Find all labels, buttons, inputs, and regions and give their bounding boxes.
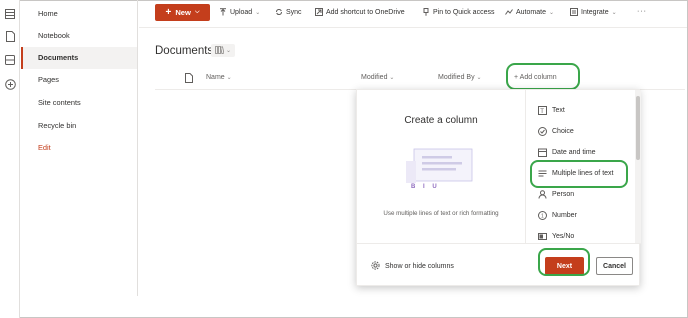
app-rail [0,0,20,318]
multiline-illustration: B I U [404,145,476,197]
new-button[interactable]: + New ⌵ [155,4,210,21]
pin-icon [422,8,430,16]
add-shortcut-label: Add shortcut to OneDrive [326,8,405,16]
chevron-down-icon: ⌄ [611,9,617,16]
shortcut-icon [315,8,323,16]
gear-icon [371,261,380,272]
pin-label: Pin to Quick access [433,8,495,16]
column-type-text[interactable]: T Text [526,100,634,120]
nav-item-documents[interactable]: Documents [21,47,137,69]
grid-icon[interactable] [4,8,16,20]
column-modified-by-label: Modified By [438,74,475,81]
automate-icon [505,8,513,16]
chevron-down-icon: ⌵ [194,9,200,15]
add-shortcut-button[interactable]: Add shortcut to OneDrive [315,8,405,16]
command-bar: + New ⌵ Upload ⌄ Sync Add shortcut to On… [139,0,687,28]
integrate-label: Integrate [581,8,609,16]
new-button-label: New [175,8,191,17]
column-type-yes-no[interactable]: Yes/No [526,226,634,243]
nav-item-pages[interactable]: Pages [21,69,137,91]
chevron-down-icon: ⌄ [255,9,261,16]
sync-label: Sync [286,8,302,16]
panel-title: Create a column [404,115,478,126]
options-scrollbar[interactable] [635,90,641,243]
text-icon: T [538,105,547,115]
integrate-icon [570,8,578,16]
upload-icon [219,8,227,16]
add-column-highlight [506,63,580,90]
chevron-down-icon: ⌄ [548,9,554,16]
cancel-button[interactable]: Cancel [596,257,633,275]
database-icon[interactable] [4,54,16,66]
panel-footer: Show or hide columns Next Cancel [357,243,641,287]
show-hide-label: Show or hide columns [385,263,454,270]
site-navigation: Home Notebook Documents Pages Site conte… [21,0,138,296]
column-type-label: Date and time [552,148,596,156]
column-name-label: Name [206,74,225,81]
column-type-label: Text [552,106,565,114]
view-switcher[interactable]: ⌄ [211,44,235,57]
show-hide-columns-link[interactable]: Show or hide columns [371,261,454,272]
panel-description: Use multiple lines of text or rich forma… [383,210,499,217]
plus-icon: + [165,6,172,18]
calendar-icon [538,148,547,157]
page-title: Documents [155,45,214,57]
upload-button[interactable]: Upload ⌄ [219,8,260,16]
panel-preview: Create a column B I U Use multiple lines… [357,90,525,243]
column-type-choice[interactable]: Choice [526,121,634,141]
chevron-down-icon: ⌄ [225,48,232,54]
nav-item-home[interactable]: Home [21,3,137,25]
number-icon: 1 [538,210,547,220]
svg-text:T: T [540,109,544,115]
next-button-highlight [538,248,590,276]
column-type-label: Person [552,190,575,198]
upload-label: Upload [230,8,253,16]
nav-item-recycle-bin[interactable]: Recycle bin [21,115,137,137]
nav-edit-link[interactable]: Edit [21,137,137,159]
svg-text:1: 1 [541,213,544,219]
person-icon [538,189,547,199]
chevron-down-icon: ⌄ [226,75,232,81]
choice-icon [538,126,547,136]
chevron-down-icon: ⌄ [476,75,482,81]
multiple-lines-highlight [530,160,628,188]
format-glyphs: B I U [411,184,440,190]
column-type-number[interactable]: 1 Number [526,205,634,225]
more-options-button[interactable]: ··· [637,8,647,15]
column-type-date-time[interactable]: Date and time [526,142,634,162]
column-type-label: Number [552,211,577,219]
document-icon[interactable] [4,30,16,42]
column-type-label: Yes/No [552,232,575,240]
library-icon [215,45,225,56]
chevron-down-icon: ⌄ [389,75,395,81]
sync-icon [275,8,283,16]
automate-label: Automate [516,8,546,16]
add-circle-icon[interactable] [4,78,16,90]
column-type-label: Choice [552,127,574,135]
nav-item-notebook[interactable]: Notebook [21,25,137,47]
file-type-icon[interactable] [185,73,193,85]
column-header-name[interactable]: Name ⌄ [206,74,232,81]
integrate-button[interactable]: Integrate ⌄ [570,8,617,16]
sync-button[interactable]: Sync [275,8,302,16]
column-modified-label: Modified [361,74,388,81]
column-header-row: Name ⌄ Modified ⌄ Modified By ⌄ + Add co… [155,68,685,90]
column-header-modified[interactable]: Modified ⌄ [361,74,394,81]
toggle-icon [538,232,547,241]
column-header-modified-by[interactable]: Modified By ⌄ [438,74,482,81]
pin-quick-access-button[interactable]: Pin to Quick access [422,8,494,16]
scrollbar-thumb[interactable] [636,96,640,160]
automate-button[interactable]: Automate ⌄ [505,8,554,16]
nav-item-site-contents[interactable]: Site contents [21,92,137,114]
